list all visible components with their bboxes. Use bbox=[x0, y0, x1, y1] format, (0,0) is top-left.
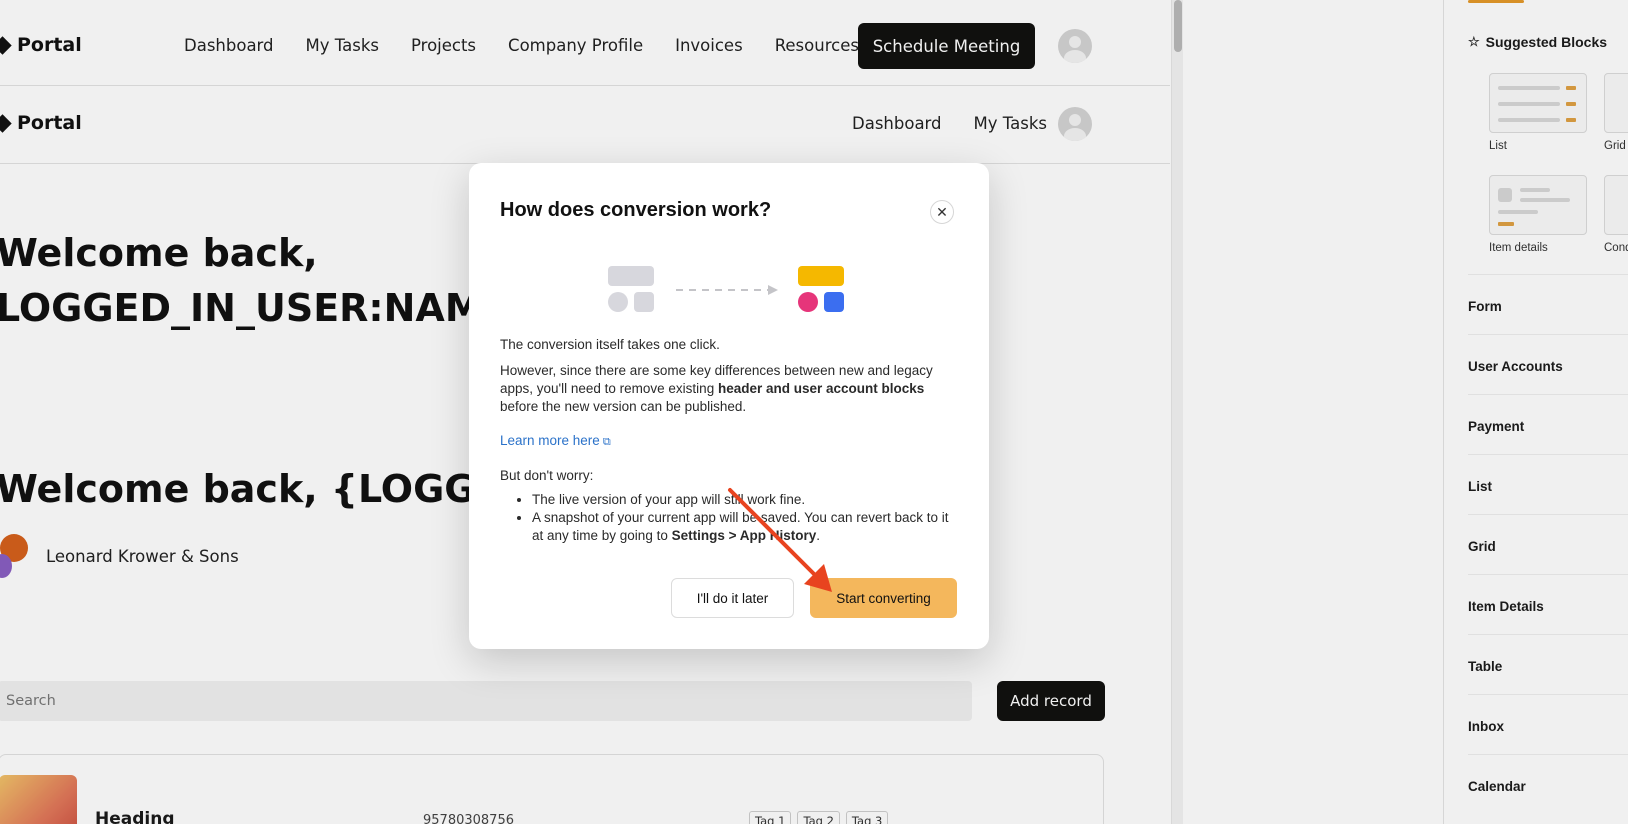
conversion-dialog: How does conversion work? ✕ The conversi… bbox=[469, 163, 989, 649]
learn-more-link[interactable]: Learn more here ⧉ bbox=[500, 432, 611, 451]
conversion-illustration bbox=[608, 266, 844, 312]
dialog-body: The conversion itself takes one click. H… bbox=[500, 336, 960, 545]
reassurance-list: The live version of your app will still … bbox=[532, 491, 960, 545]
start-converting-button[interactable]: Start converting bbox=[810, 578, 957, 618]
dialog-title: How does conversion work? bbox=[500, 199, 772, 221]
close-icon[interactable]: ✕ bbox=[930, 200, 954, 224]
external-link-icon: ⧉ bbox=[602, 436, 611, 448]
do-it-later-button[interactable]: I'll do it later bbox=[671, 578, 794, 618]
intro-text: The conversion itself takes one click. bbox=[500, 337, 720, 352]
explanation-text: However, since there are some key differ… bbox=[500, 363, 933, 414]
list-item: A snapshot of your current app will be s… bbox=[532, 509, 960, 545]
dont-worry-text: But don't worry: bbox=[500, 468, 594, 483]
list-item: The live version of your app will still … bbox=[532, 491, 960, 509]
